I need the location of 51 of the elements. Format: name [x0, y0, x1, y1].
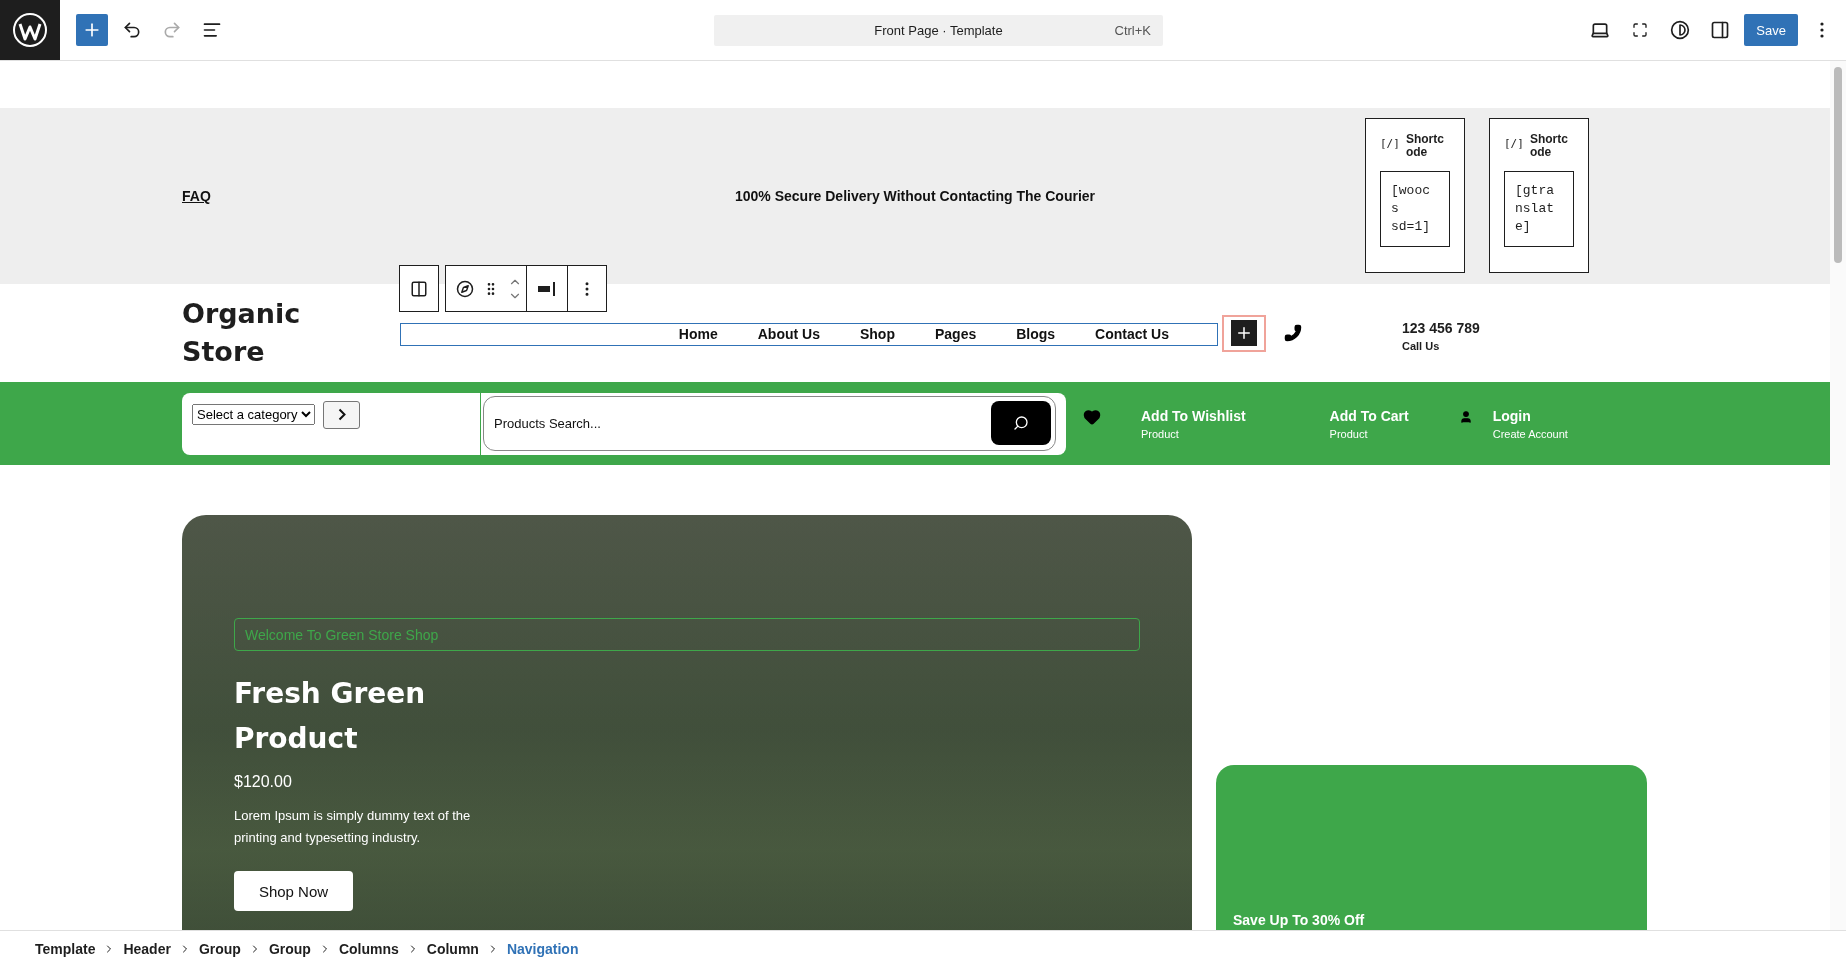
save-button[interactable]: Save	[1744, 14, 1798, 46]
hero-price: $120.00	[234, 773, 292, 791]
search-field[interactable]: Products Search...	[483, 395, 1056, 451]
breadcrumb-link[interactable]: Group	[264, 940, 315, 957]
kebab-icon	[1820, 22, 1824, 38]
phone-label: Call Us	[1402, 340, 1441, 352]
welcome-tag: Welcome To Green Store Shop	[234, 618, 1140, 651]
undo-icon	[122, 20, 142, 40]
breadcrumb-link[interactable]: Group	[194, 940, 245, 957]
shortcode-label: Shortcode	[1529, 133, 1569, 160]
breadcrumb-link[interactable]: Template	[31, 940, 100, 957]
search-button[interactable]	[991, 401, 1051, 445]
breadcrumb-link[interactable]: Column	[422, 940, 483, 957]
breadcrumb-link[interactable]: Header	[119, 940, 175, 957]
category-select[interactable]: Select a category	[192, 403, 315, 425]
phone-icon	[1284, 324, 1302, 342]
redo-icon	[162, 20, 182, 40]
go-button[interactable]	[323, 400, 360, 429]
delivery-message: 100% Secure Delivery Without Contacting The Courier	[734, 188, 1096, 204]
chevron-icon	[337, 408, 346, 421]
list-icon	[202, 20, 222, 40]
breadcrumb-link[interactable]: Columns	[334, 940, 403, 957]
command-bar[interactable]: Front Page · Template Ctrl+K	[714, 14, 1163, 46]
site-title: Organic Store	[182, 297, 302, 369]
search-icon	[1013, 415, 1029, 431]
shortcode-icon: [/]	[1380, 137, 1400, 150]
heart-icon	[1083, 407, 1101, 426]
nav-link[interactable]: Blogs	[996, 326, 1076, 342]
shortcode-field[interactable]: [gtranslate]	[1504, 171, 1574, 248]
hero-title: Fresh Green Product	[234, 676, 427, 757]
nav-link[interactable]: Shop	[839, 326, 915, 342]
promo-text: Save Up To 30% Off	[1233, 912, 1365, 928]
faq-link[interactable]: FAQ	[182, 188, 211, 204]
navigation-block[interactable]: Home About Us Shop Pages Blogs Contact Us	[400, 322, 1218, 346]
scrollbar[interactable]	[1830, 61, 1846, 930]
phone-number: 123 456 789	[1402, 320, 1480, 336]
shop-now-button[interactable]: Shop Now	[234, 871, 353, 911]
breadcrumb-link[interactable]: Navigation	[502, 940, 583, 957]
nav-link[interactable]: Contact Us	[1075, 326, 1189, 342]
nav-link[interactable]: Home	[658, 326, 738, 342]
shortcode-label: Shortcode	[1405, 133, 1445, 160]
nav-link[interactable]: Pages	[914, 326, 997, 342]
add-block-button[interactable]	[1222, 314, 1266, 352]
hero-description: Lorem Ipsum is simply dummy text of the printing and typesetting industry.	[234, 807, 472, 847]
logo-icon[interactable]	[0, 0, 60, 60]
plus-icon	[1235, 324, 1253, 342]
nav-link[interactable]: About Us	[737, 326, 840, 342]
shortcode-icon: [/]	[1504, 137, 1524, 150]
shortcut-hint: Ctrl+K	[1114, 22, 1151, 38]
user-icon	[1458, 409, 1473, 424]
shortcode-field[interactable]: [woocs sd=1]	[1380, 171, 1450, 248]
